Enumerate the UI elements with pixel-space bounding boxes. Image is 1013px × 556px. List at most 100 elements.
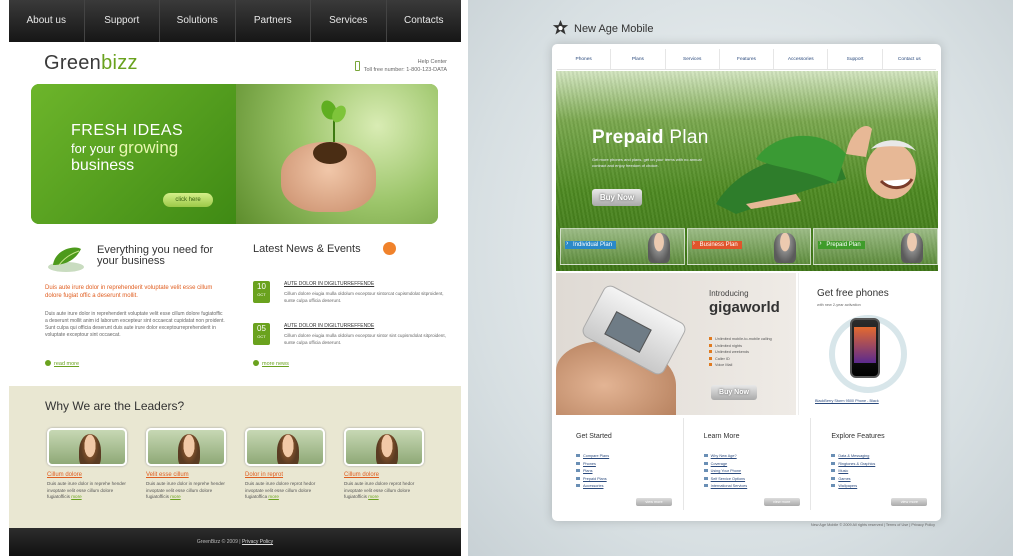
- face-image: [277, 434, 299, 464]
- leader-more-link[interactable]: more: [368, 494, 378, 499]
- nav-solutions[interactable]: Solutions: [160, 0, 236, 42]
- headline-prefix: for your: [71, 141, 116, 156]
- man-on-grass-image: [716, 126, 916, 214]
- person-avatar: [647, 233, 670, 263]
- read-more-link[interactable]: read more: [45, 360, 79, 367]
- phone-link[interactable]: BlackBerry Storm 9500 Phone - Black: [815, 399, 879, 403]
- nav-contact[interactable]: Contact us: [883, 49, 936, 69]
- feature-item: Unlimited mobile-to-mobile calling: [709, 336, 772, 343]
- smartphone-image[interactable]: [850, 318, 880, 378]
- free-phones-promo: Get free phones with new 2-year activati…: [798, 273, 938, 415]
- leader-desc: Duis aute irure dolore reprot hedor invo…: [344, 481, 415, 499]
- feature-lead: Duis aute irure dolor in reprehenderit v…: [45, 285, 213, 299]
- date-month: OCT: [257, 334, 266, 339]
- column-title: Learn More: [703, 433, 740, 440]
- gear-star-icon: [552, 20, 569, 35]
- link-item[interactable]: Data & Messaging: [831, 453, 875, 461]
- hero-title-rest: Plan: [669, 127, 709, 148]
- newage-template: New Age Mobile Phones Plans Services Fea…: [468, 0, 1013, 556]
- view-more-button[interactable]: view more: [636, 498, 672, 506]
- news-item-title[interactable]: AUTE DOLOR IN DIGILTURREFFENDE: [284, 281, 374, 287]
- leader-text: Duis aute irure dolore reprot hedor invo…: [344, 481, 428, 501]
- logo-part2: bizz: [101, 52, 138, 74]
- column-learn-more: Learn More Why New Age? Coverage Using Y…: [684, 418, 812, 510]
- link-item[interactable]: Compare Plans: [576, 453, 609, 461]
- leader-card: Dolor in reprot Duis aute irure dolore r…: [245, 428, 331, 501]
- smartphone-screen: [854, 327, 876, 363]
- main-nav: Phones Plans Services Features Accessori…: [557, 49, 936, 70]
- click-here-button[interactable]: click here: [163, 193, 213, 207]
- nav-services[interactable]: Services: [666, 49, 720, 69]
- link-item[interactable]: Phones: [576, 461, 609, 469]
- nav-support[interactable]: Support: [85, 0, 160, 42]
- link-item[interactable]: International Services: [704, 483, 748, 491]
- link-item[interactable]: Coverage: [704, 461, 748, 469]
- leader-name[interactable]: Dolor in reprot: [245, 472, 331, 478]
- leader-text: Duis aute irure dolor in reprehe hender …: [146, 481, 230, 501]
- link-item[interactable]: Using Your Phone: [704, 468, 748, 476]
- nav-plans[interactable]: Plans: [611, 49, 666, 69]
- more-news-link[interactable]: more news: [253, 360, 289, 367]
- privacy-policy-link[interactable]: Privacy Policy: [242, 539, 273, 545]
- leader-more-link[interactable]: more: [71, 494, 81, 499]
- leader-photo[interactable]: [245, 428, 325, 466]
- face-image: [178, 434, 200, 464]
- newage-footer: New Age Mobile © 2009 All rights reserve…: [810, 523, 935, 527]
- leader-name[interactable]: Cillum dolore: [344, 472, 430, 478]
- link-list: Data & Messaging Ringtones & Graphics Mu…: [831, 453, 875, 491]
- nav-phones[interactable]: Phones: [557, 49, 612, 69]
- link-item[interactable]: Accessories: [576, 483, 609, 491]
- leader-desc: Duis aute irure dolore reprot hedor invo…: [245, 481, 316, 499]
- link-item[interactable]: Prepaid Plans: [576, 476, 609, 484]
- person-avatar: [774, 233, 797, 263]
- nav-partners[interactable]: Partners: [236, 0, 311, 42]
- info-columns: Get Started Compare Plans Phones Plans P…: [556, 418, 938, 510]
- nav-services[interactable]: Services: [311, 0, 387, 42]
- rss-icon[interactable]: [383, 242, 396, 255]
- date-month: OCT: [257, 292, 266, 297]
- nav-support[interactable]: Support: [828, 49, 883, 69]
- leader-photo[interactable]: [344, 428, 424, 466]
- hero-title-bold: Prepaid: [592, 127, 664, 148]
- nav-accessories[interactable]: Accessories: [774, 49, 829, 69]
- nav-features[interactable]: Features: [720, 49, 775, 69]
- link-item[interactable]: Ringtones & Graphics: [831, 461, 875, 469]
- face-image: [376, 434, 398, 464]
- newage-logo[interactable]: New Age Mobile: [552, 20, 654, 37]
- news-item-text: Cillum dolore eiugia mulla oldolum excep…: [284, 291, 444, 303]
- leader-photo[interactable]: [47, 428, 127, 466]
- view-more-button[interactable]: view more: [763, 498, 800, 506]
- promo2-title: Get free phones: [817, 288, 889, 299]
- buy-now-button[interactable]: Buy Now: [592, 189, 642, 206]
- column-explore-features: Explore Features Data & Messaging Ringto…: [811, 418, 938, 510]
- leader-desc: Duis aute irure dolor in reprehe hender …: [146, 481, 225, 499]
- link-item[interactable]: Why New Age?: [704, 453, 748, 461]
- nav-about[interactable]: About us: [9, 0, 85, 42]
- leader-more-link[interactable]: more: [268, 494, 278, 499]
- leader-name[interactable]: Velit esse cillum: [146, 472, 232, 478]
- tab-individual-plan[interactable]: Individual Plan: [560, 228, 685, 265]
- footer-separator: |: [239, 539, 241, 545]
- screenshot-stage: About us Support Solutions Partners Serv…: [0, 0, 1013, 556]
- buy-now-button-2[interactable]: Buy Now: [711, 385, 757, 400]
- view-more-button[interactable]: view more: [891, 498, 928, 506]
- link-list: Why New Age? Coverage Using Your Phone S…: [704, 453, 748, 491]
- link-item[interactable]: Self Service Options: [704, 476, 748, 484]
- link-item[interactable]: Games: [831, 476, 875, 484]
- link-item[interactable]: Plans: [576, 468, 609, 476]
- help-title: Help Center: [417, 59, 447, 65]
- link-item[interactable]: Music: [831, 468, 875, 476]
- leader-name[interactable]: Cillum dolore: [47, 472, 133, 478]
- greenbizz-logo[interactable]: Greenbizz: [44, 52, 138, 75]
- link-item[interactable]: Wallpapers: [831, 483, 875, 491]
- leader-more-link[interactable]: more: [170, 494, 180, 499]
- nav-contacts[interactable]: Contacts: [387, 0, 462, 42]
- news-item-title[interactable]: AUTE DOLOR IN DIGILTURREFFENDE: [284, 323, 374, 329]
- logo-text: New Age Mobile: [574, 22, 654, 35]
- date-badge: 05 OCT: [253, 323, 270, 345]
- promo-intro: Introducing: [709, 289, 749, 298]
- tab-prepaid-plan[interactable]: Prepaid Plan: [813, 228, 938, 265]
- leaders-title: Why We are the Leaders?: [45, 399, 185, 413]
- leader-photo[interactable]: [146, 428, 226, 466]
- tab-business-plan[interactable]: Business Plan: [686, 228, 812, 265]
